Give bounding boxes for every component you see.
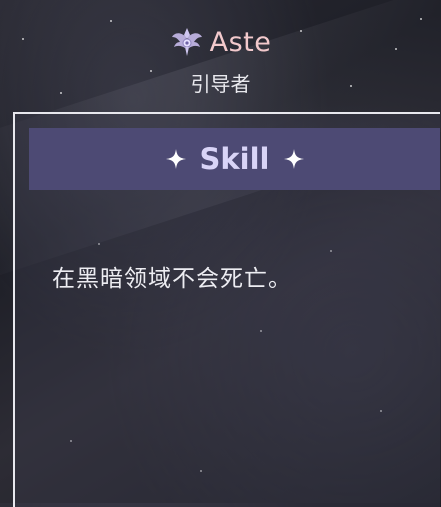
- skill-panel-header: Skill: [29, 128, 440, 190]
- character-header: Aste 引导者: [0, 22, 441, 97]
- character-name-row: Aste: [0, 22, 441, 62]
- skill-panel: Skill 在黑暗领域不会死亡。: [13, 112, 440, 507]
- character-title: 引导者: [190, 72, 251, 96]
- character-name: Aste: [209, 26, 272, 58]
- four-point-star-icon: [165, 149, 186, 169]
- four-point-star-icon: [283, 149, 304, 169]
- skill-description: 在黑暗领域不会死亡。: [52, 266, 292, 292]
- winged-crest-icon: [171, 28, 202, 56]
- skill-heading: Skill: [199, 142, 270, 176]
